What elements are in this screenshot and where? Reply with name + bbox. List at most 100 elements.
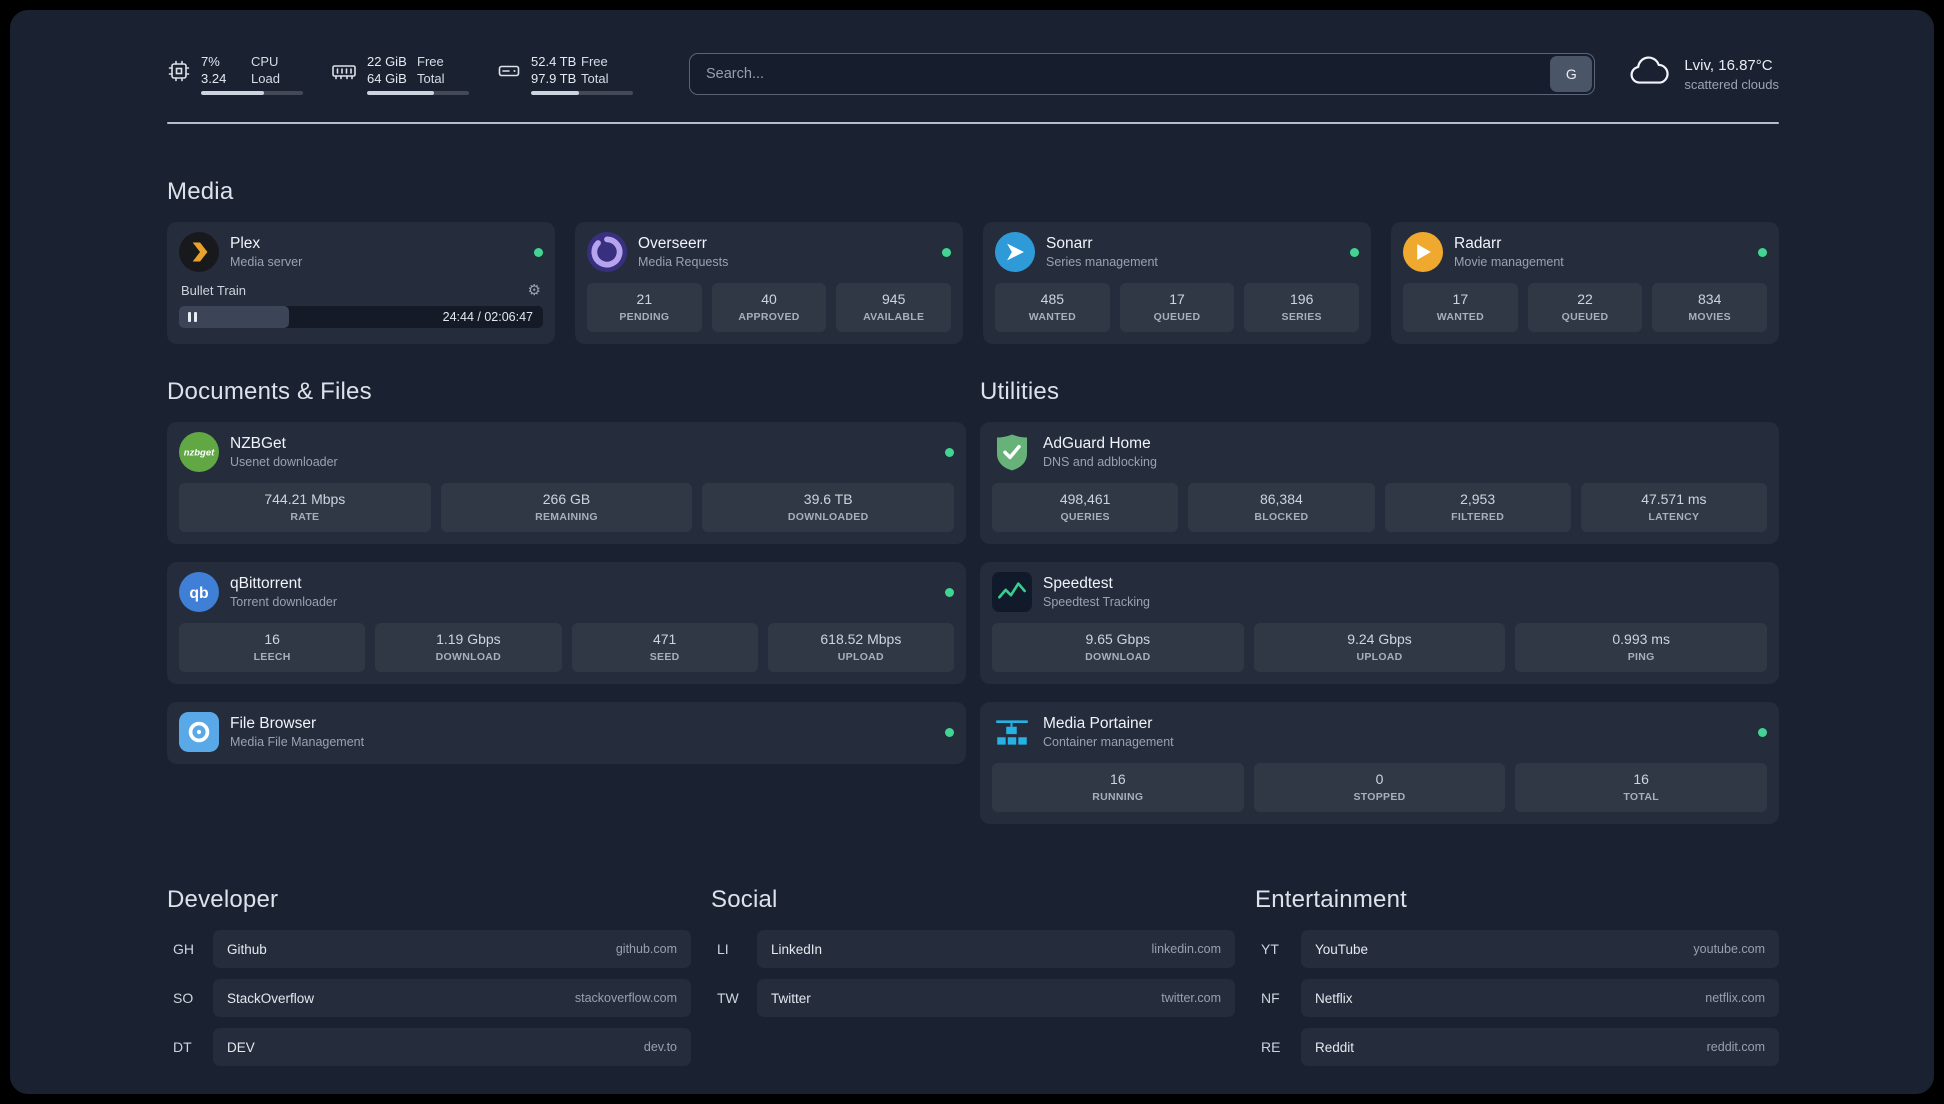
stat-remaining: 266 GB REMAINING bbox=[440, 483, 693, 532]
service-card-sonarr[interactable]: Sonarr Series management 485 WANTED 17 QUE… bbox=[983, 222, 1371, 344]
playback-elapsed bbox=[179, 306, 289, 328]
adguard-icon bbox=[992, 432, 1032, 472]
playback-progress-bar[interactable]: 24:44 / 02:06:47 bbox=[179, 306, 543, 328]
bookmark-abbr: NF bbox=[1261, 990, 1280, 1006]
stat-ping: 0.993 ms PING bbox=[1515, 623, 1768, 672]
status-dot bbox=[1758, 247, 1767, 257]
bookmark-group-entertainment: Entertainment YT YouTube youtube.com NF N… bbox=[1255, 886, 1779, 1066]
service-name: qBittorrent bbox=[230, 575, 302, 592]
stat-total: 16 TOTAL bbox=[1515, 763, 1768, 812]
search-bar: G bbox=[689, 53, 1596, 95]
disk-total-label: Total bbox=[581, 71, 609, 86]
overseerr-icon bbox=[587, 232, 627, 272]
service-card-speedtest[interactable]: Speedtest Speedtest Tracking 9.65 Gbps DO… bbox=[980, 562, 1779, 684]
service-name: Overseerr bbox=[638, 235, 707, 252]
section-media: Media Plex Media server Bullet Train ⚙ 2… bbox=[167, 178, 1779, 344]
section-title-media: Media bbox=[167, 178, 234, 205]
cpu-usage-label: CPU bbox=[251, 54, 279, 69]
service-name: Radarr bbox=[1454, 235, 1502, 252]
service-card-qbittorrent[interactable]: qb qBittorrent Torrent downloader 16 LEEC… bbox=[167, 562, 966, 684]
service-description: Usenet downloader bbox=[230, 455, 338, 469]
bookmark-github[interactable]: GH Github github.com bbox=[167, 930, 691, 968]
stat-blocked: 86,384 BLOCKED bbox=[1188, 483, 1375, 532]
service-description: Container management bbox=[1043, 735, 1174, 749]
bookmark-stackoverflow[interactable]: SO StackOverflow stackoverflow.com bbox=[167, 979, 691, 1017]
stat-approved: 40 APPROVED bbox=[711, 283, 827, 332]
bookmark-abbr: TW bbox=[717, 990, 739, 1006]
search-provider-button[interactable]: G bbox=[1550, 56, 1593, 92]
service-card-adguard[interactable]: AdGuard Home DNS and adblocking 498,461 Q… bbox=[980, 422, 1779, 544]
status-dot bbox=[534, 247, 543, 257]
bookmark-linkedin[interactable]: LI LinkedIn linkedin.com bbox=[711, 930, 1235, 968]
bookmark-youtube[interactable]: YT YouTube youtube.com bbox=[1255, 930, 1779, 968]
stat-upload: 9.24 Gbps UPLOAD bbox=[1253, 623, 1506, 672]
service-card-overseerr[interactable]: Overseerr Media Requests 21 PENDING 40 APP… bbox=[575, 222, 963, 344]
bookmark-twitter[interactable]: TW Twitter twitter.com bbox=[711, 979, 1235, 1017]
service-card-plex[interactable]: Plex Media server Bullet Train ⚙ 24:44 /… bbox=[167, 222, 555, 344]
top-bar: 7% CPU 3.24 Load 22 GiB Free 64 GiB Total bbox=[167, 50, 1779, 98]
nzbget-icon: nzbget bbox=[179, 432, 219, 472]
stat-wanted: 485 WANTED bbox=[995, 283, 1110, 332]
stat-stopped: 0 STOPPED bbox=[1253, 763, 1506, 812]
service-description: Movie management bbox=[1454, 255, 1564, 269]
disk-total-value: 97.9 TB bbox=[531, 71, 577, 86]
service-name: Media Portainer bbox=[1043, 715, 1153, 732]
stat-pending: 21 PENDING bbox=[587, 283, 702, 332]
section-title-social: Social bbox=[711, 886, 778, 913]
stat-series: 196 SERIES bbox=[1244, 283, 1360, 332]
service-card-portainer[interactable]: Media Portainer Container management 16 R… bbox=[980, 702, 1779, 824]
cpu-load-label: Load bbox=[251, 71, 280, 86]
service-description: Media server bbox=[230, 255, 303, 269]
speedtest-icon bbox=[992, 572, 1032, 612]
section-title-utilities: Utilities bbox=[980, 378, 1060, 405]
bookmark-dev[interactable]: DT DEV dev.to bbox=[167, 1028, 691, 1066]
memory-total-value: 64 GiB bbox=[367, 71, 407, 86]
service-description: Torrent downloader bbox=[230, 595, 338, 609]
svg-text:nzbget: nzbget bbox=[184, 448, 215, 459]
qbittorrent-icon: qb bbox=[179, 572, 219, 612]
cpu-icon bbox=[167, 59, 191, 83]
service-name: Plex bbox=[230, 235, 261, 252]
cpu-load-value: 3.24 bbox=[201, 71, 227, 86]
status-dot bbox=[945, 727, 954, 737]
service-name: File Browser bbox=[230, 715, 317, 732]
stat-download: 9.65 Gbps DOWNLOAD bbox=[992, 623, 1244, 672]
service-name: Sonarr bbox=[1046, 235, 1093, 252]
bookmark-netflix[interactable]: NF Netflix netflix.com bbox=[1255, 979, 1779, 1017]
search-input[interactable] bbox=[689, 53, 1596, 95]
cpu-progress-bar bbox=[201, 91, 303, 95]
disk-progress-bar bbox=[531, 91, 633, 95]
svg-text:qb: qb bbox=[189, 585, 208, 602]
pause-icon bbox=[188, 312, 191, 322]
service-description: Series management bbox=[1046, 255, 1158, 269]
service-card-radarr[interactable]: Radarr Movie management 17 WANTED 22 QUEUE… bbox=[1391, 222, 1779, 344]
stat-seed: 471 SEED bbox=[571, 623, 758, 672]
memory-total-label: Total bbox=[417, 71, 445, 86]
service-card-filebrowser[interactable]: File Browser Media File Management bbox=[167, 702, 966, 764]
stat-rate: 744.21 Mbps RATE bbox=[179, 483, 431, 532]
stat-movies: 834 MOVIES bbox=[1652, 283, 1768, 332]
stat-latency: 47.571 ms LATENCY bbox=[1580, 483, 1767, 532]
now-playing-title: Bullet Train bbox=[181, 282, 247, 298]
stat-running: 16 RUNNING bbox=[992, 763, 1244, 812]
stat-queued: 17 QUEUED bbox=[1119, 283, 1235, 332]
memory-free-label: Free bbox=[417, 54, 444, 69]
service-description: Media File Management bbox=[230, 735, 365, 749]
service-card-nzbget[interactable]: nzbget NZBGet Usenet downloader 744.21 M… bbox=[167, 422, 966, 544]
memory-widget: 22 GiB Free 64 GiB Total bbox=[331, 53, 469, 95]
gear-icon[interactable]: ⚙ bbox=[528, 281, 541, 299]
radarr-icon bbox=[1403, 232, 1443, 272]
status-dot bbox=[945, 447, 954, 457]
memory-icon bbox=[331, 59, 357, 83]
memory-progress-bar bbox=[367, 91, 469, 95]
bookmark-abbr: RE bbox=[1261, 1039, 1281, 1055]
bookmark-reddit[interactable]: RE Reddit reddit.com bbox=[1255, 1028, 1779, 1066]
stat-available: 945 AVAILABLE bbox=[836, 283, 952, 332]
cpu-widget: 7% CPU 3.24 Load bbox=[167, 53, 303, 95]
stat-queued: 22 QUEUED bbox=[1527, 283, 1643, 332]
service-name: Speedtest bbox=[1043, 575, 1113, 592]
topbar-divider bbox=[167, 122, 1779, 124]
sonarr-icon bbox=[995, 232, 1035, 272]
bookmark-abbr: YT bbox=[1261, 941, 1279, 957]
stat-upload: 618.52 Mbps UPLOAD bbox=[767, 623, 954, 672]
